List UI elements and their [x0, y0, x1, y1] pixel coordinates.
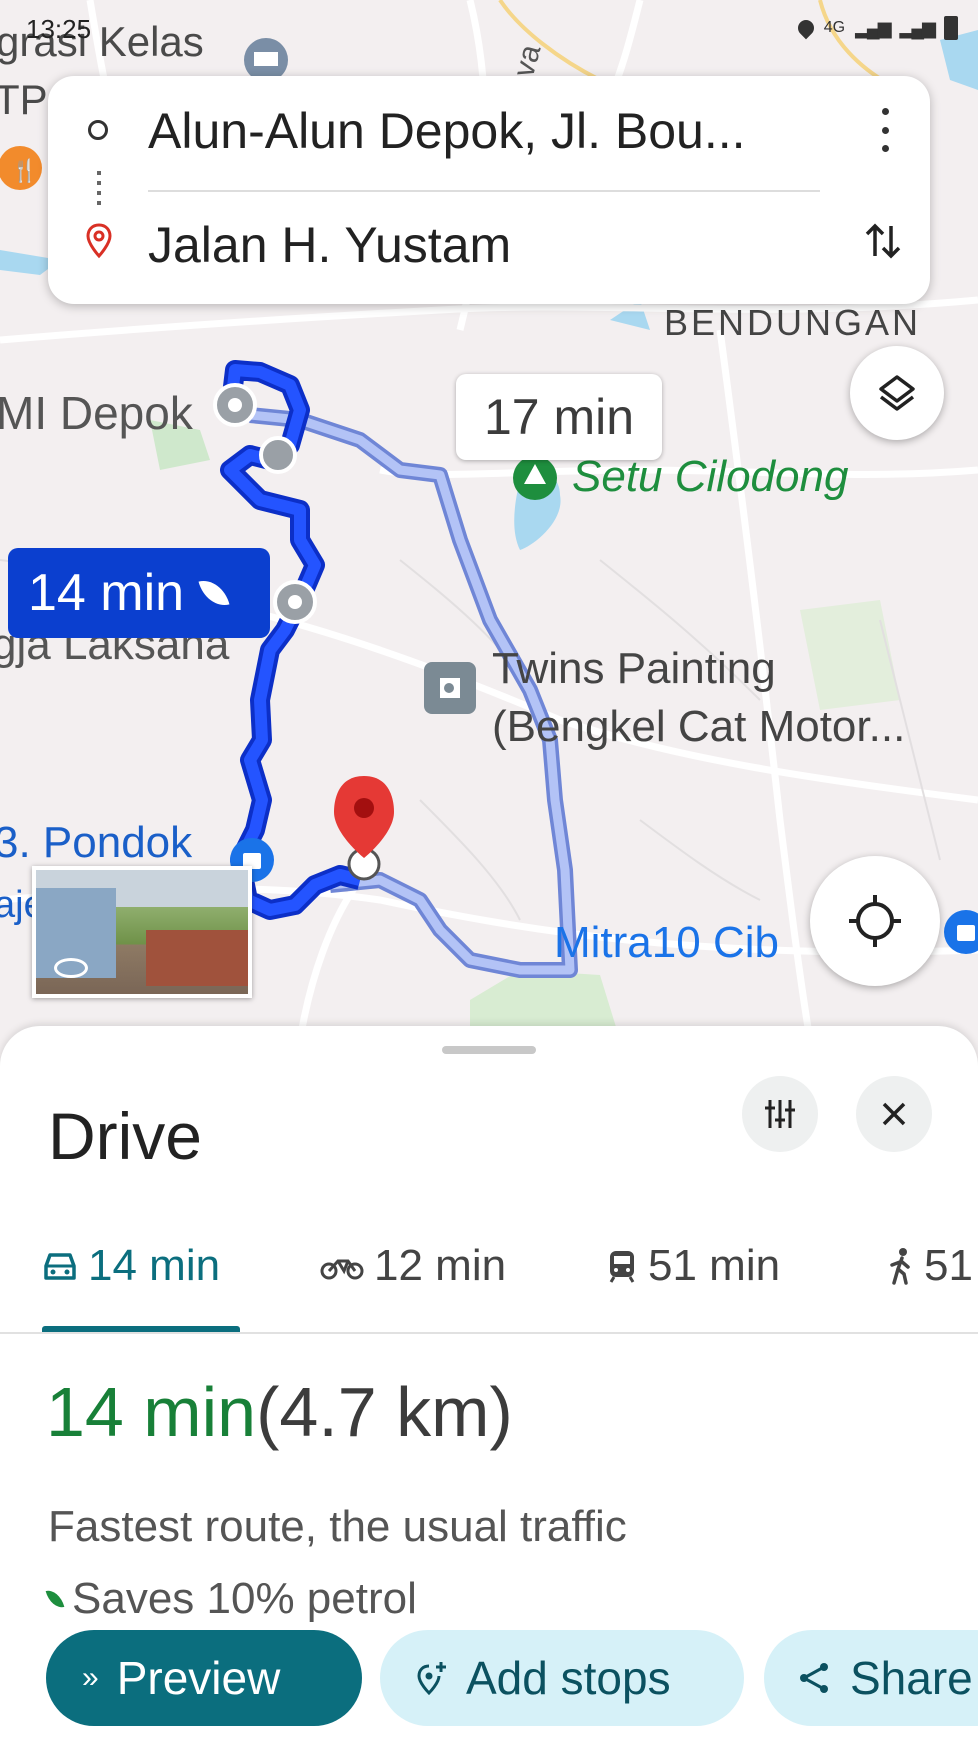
route-options-button[interactable] — [742, 1076, 818, 1152]
tab-drive-label: 14 min — [88, 1241, 221, 1290]
layers-icon — [879, 375, 915, 411]
status-icons: 4G ▂▄▆ ▂▄▆ — [794, 16, 958, 40]
map-label-twins-line2: (Bengkel Cat Motor... — [492, 702, 906, 751]
sheet-title: Drive — [48, 1099, 203, 1173]
map-label-tp: TP — [0, 76, 48, 123]
route-bottom-sheet: Drive 14 min 12 min 51 min 51 14 min(4.7… — [0, 1026, 978, 1740]
network-type: 4G — [823, 19, 846, 36]
close-icon — [882, 1102, 906, 1126]
map-label-mitra10: Mitra10 Cib — [554, 918, 779, 967]
origin-circle-icon — [88, 120, 108, 140]
swap-icon — [865, 223, 901, 259]
travel-mode-tabs: 14 min 12 min 51 min 51 — [0, 1226, 978, 1306]
eco-note-text: Saves 10% petrol — [72, 1574, 417, 1623]
my-location-button[interactable] — [810, 856, 940, 986]
tab-drive[interactable]: 14 min — [42, 1226, 220, 1306]
route-actions: » Preview Add stops Share — [0, 1630, 978, 1730]
tab-motorbike-label: 12 min — [374, 1241, 507, 1290]
alternate-route-time-callout[interactable]: 17 min — [456, 374, 662, 460]
directions-card: Alun-Alun Depok, Jl. Bou... Jalan H. Yus… — [48, 76, 930, 304]
street-view-fence — [146, 930, 248, 986]
route-duration: 14 min — [46, 1373, 257, 1451]
eco-leaf-icon — [198, 575, 230, 611]
map-label-twins-painting: Twins Painting (Bengkel Cat Motor... — [492, 640, 905, 756]
destination-row[interactable]: Jalan H. Yustam — [48, 190, 930, 290]
motorbike-icon — [320, 1259, 364, 1280]
origin-row[interactable]: Alun-Alun Depok, Jl. Bou... — [48, 76, 930, 176]
tab-transit-label: 51 min — [648, 1241, 781, 1290]
eco-note: Saves 10% petrol — [45, 1574, 417, 1624]
add-stop-pin-icon — [417, 1662, 446, 1696]
street-view-thumbnail[interactable] — [32, 866, 252, 998]
crosshair-icon — [849, 895, 901, 947]
tab-walk-label: 51 — [924, 1241, 973, 1290]
sheet-drag-handle[interactable] — [442, 1046, 536, 1054]
add-stops-label: Add stops — [466, 1652, 671, 1704]
share-button[interactable]: Share — [764, 1630, 978, 1726]
signal-icon: ▂▄▆ — [855, 17, 891, 38]
share-icon — [800, 1663, 828, 1693]
route-distance: (4.7 km) — [256, 1373, 513, 1451]
waypoint-dot-2 — [288, 595, 302, 609]
origin-marker[interactable] — [259, 436, 297, 474]
main-route-time-callout[interactable]: 14 min — [8, 548, 270, 638]
transit-icon — [609, 1251, 635, 1283]
status-bar: 13:25 4G ▂▄▆ ▂▄▆ — [0, 10, 978, 50]
main-route-time: 14 min — [28, 564, 185, 622]
add-stops-button[interactable]: Add stops — [380, 1630, 744, 1726]
tabs-divider — [0, 1332, 978, 1334]
car-icon — [44, 1253, 76, 1280]
preview-button[interactable]: » Preview — [46, 1630, 362, 1726]
eco-leaf-icon — [45, 1587, 65, 1611]
waypoint-dot — [228, 398, 242, 412]
tab-walk[interactable]: 51 — [888, 1226, 973, 1306]
map-label-mi-depok: MI Depok — [0, 387, 193, 439]
street-view-360-icon — [54, 958, 88, 978]
close-button[interactable] — [856, 1076, 932, 1152]
destination-input[interactable]: Jalan H. Yustam — [148, 216, 511, 274]
map-label-bendungan: BENDUNGAN — [664, 302, 922, 343]
origin-input[interactable]: Alun-Alun Depok, Jl. Bou... — [148, 102, 746, 160]
destination-pin-outline-icon — [86, 223, 112, 259]
tab-transit[interactable]: 51 min — [606, 1226, 780, 1306]
more-options-button[interactable] — [870, 108, 900, 152]
battery-icon — [944, 16, 958, 40]
signal-icon-2: ▂▄▆ — [899, 17, 936, 38]
alternate-route-time: 17 min — [483, 389, 635, 445]
swap-directions-button[interactable] — [858, 216, 908, 266]
route-summary: 14 min(4.7 km) — [46, 1372, 513, 1452]
map-label-twins-line1: Twins Painting — [492, 644, 776, 693]
double-chevron-icon: » — [82, 1661, 99, 1694]
walk-icon — [890, 1248, 910, 1285]
route-description: Fastest route, the usual traffic — [48, 1502, 627, 1551]
share-label: Share — [850, 1652, 973, 1704]
tab-motorbike[interactable]: 12 min — [320, 1226, 506, 1306]
status-time: 13:25 — [26, 14, 92, 44]
svg-text:🍴: 🍴 — [11, 158, 38, 184]
preview-label: Preview — [116, 1652, 281, 1704]
layers-button[interactable] — [850, 346, 944, 440]
map-label-pondok: 3. Pondok — [0, 818, 193, 867]
location-status-icon — [794, 16, 818, 40]
tune-icon — [765, 1100, 795, 1128]
